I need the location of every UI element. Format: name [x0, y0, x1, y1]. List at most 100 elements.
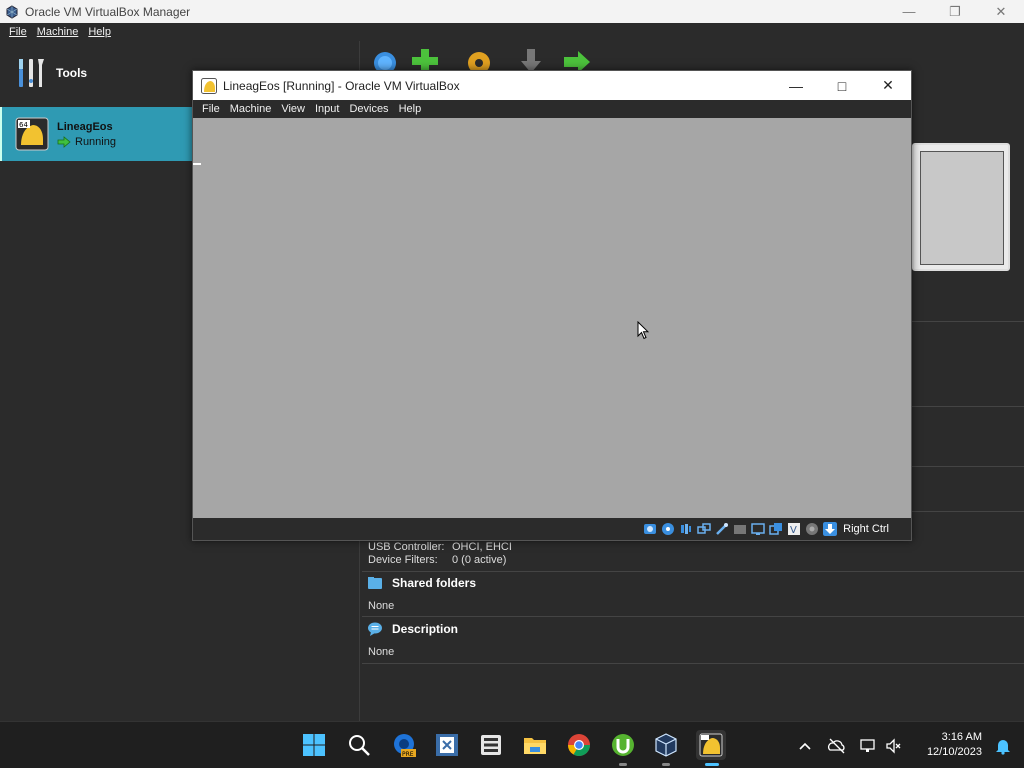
vm-window-title: LineagEos [Running] - Oracle VM VirtualB… — [223, 78, 460, 93]
description-value: None — [368, 646, 395, 658]
taskbar-visual-studio[interactable] — [432, 730, 462, 760]
running-indicator — [662, 763, 670, 766]
host-key-arrow-icon[interactable] — [823, 522, 838, 536]
device-filters-value: 0 (0 active) — [452, 554, 507, 566]
menu-help[interactable]: Help — [88, 26, 111, 38]
virtualization-icon[interactable]: V — [787, 522, 801, 536]
usb-icon[interactable] — [715, 522, 729, 536]
menu-file[interactable]: File — [9, 26, 27, 38]
shared-folders-icon[interactable] — [733, 522, 747, 536]
divider — [362, 663, 1024, 664]
shared-folders-title: Shared folders — [392, 576, 477, 590]
hard-disk-icon[interactable] — [643, 522, 657, 536]
search-button[interactable] — [344, 730, 374, 760]
vm-menu-file[interactable]: File — [202, 103, 220, 115]
start-button[interactable] — [299, 730, 329, 760]
vm-status-text: Running — [75, 135, 116, 148]
vm-close-button[interactable]: ✕ — [865, 71, 911, 100]
vm-name: LineagEos — [57, 120, 113, 133]
host-key-label: Right Ctrl — [843, 523, 889, 535]
description-header[interactable]: Description — [368, 622, 458, 636]
edge-pre-badge: PRE — [402, 751, 414, 758]
speech-bubble-icon — [368, 622, 382, 636]
audio-icon[interactable] — [679, 522, 693, 536]
menu-machine[interactable]: Machine — [37, 26, 79, 38]
display-icon[interactable] — [751, 522, 765, 536]
android-os-icon: 64 — [15, 117, 49, 151]
clock[interactable]: 3:16 AM 12/10/2023 — [927, 730, 982, 760]
android-os-icon — [699, 733, 723, 757]
vm-status: Running — [57, 136, 116, 148]
virtualbox-cube-icon — [655, 733, 677, 757]
folder-icon — [524, 738, 546, 754]
windows-start-icon — [303, 734, 325, 756]
manager-window-title: Oracle VM VirtualBox Manager — [25, 4, 191, 19]
folder-icon — [368, 577, 382, 589]
code-editor-icon — [436, 734, 458, 756]
shared-folders-header[interactable]: Shared folders — [368, 576, 476, 590]
vm-list-item[interactable]: 64 LineagEos Running — [0, 107, 200, 161]
virtualbox-icon — [6, 4, 18, 19]
usb-controller-value: OHCI, EHCI — [452, 541, 512, 553]
taskbar-file-explorer[interactable] — [520, 730, 550, 760]
vm-menu-view[interactable]: View — [281, 103, 305, 115]
vm-menu-machine[interactable]: Machine — [230, 103, 272, 115]
vm-window: LineagEos [Running] - Oracle VM VirtualB… — [192, 70, 912, 541]
svg-text:V: V — [790, 525, 797, 536]
network-icon[interactable] — [697, 522, 711, 536]
vm-minimize-button[interactable]: — — [773, 71, 819, 100]
usb-controller-label: USB Controller: — [368, 541, 445, 553]
mouse-integration-icon[interactable] — [805, 522, 819, 536]
vm-menubar: File Machine View Input Devices Help — [193, 100, 911, 118]
volume-muted-icon[interactable] — [884, 736, 904, 756]
restore-button[interactable]: ❐ — [932, 0, 978, 23]
taskbar-utorrent[interactable] — [608, 730, 638, 766]
description-title: Description — [392, 622, 459, 636]
taskbar-virtualbox[interactable] — [651, 730, 681, 766]
search-icon — [349, 735, 370, 756]
minimize-button[interactable]: — — [886, 0, 932, 23]
recording-icon[interactable] — [769, 522, 783, 536]
taskbar: PRE 3:16 AM 12/10/2023 — [0, 721, 1024, 768]
utorrent-icon — [612, 734, 634, 756]
vm-menu-input[interactable]: Input — [315, 103, 339, 115]
system-tray — [795, 722, 904, 768]
chrome-browser-icon — [568, 734, 590, 756]
manager-titlebar: Oracle VM VirtualBox Manager — ❐ ✕ — [0, 0, 1024, 23]
device-filters-label: Device Filters: — [368, 554, 438, 566]
text-caret — [193, 163, 201, 165]
vm-maximize-button[interactable]: □ — [819, 71, 865, 100]
taskbar-lineageos-vm[interactable] — [696, 730, 726, 766]
android-os-icon — [201, 77, 217, 94]
vm-display[interactable] — [193, 118, 911, 518]
manager-toolbar — [362, 41, 1024, 73]
taskbar-server-app[interactable] — [476, 730, 506, 760]
active-indicator — [705, 763, 719, 766]
server-rack-icon — [481, 735, 501, 755]
divider — [362, 571, 1024, 572]
vm-titlebar: LineagEos [Running] - Oracle VM VirtualB… — [193, 71, 911, 100]
clock-date: 12/10/2023 — [926, 746, 982, 758]
close-button[interactable]: ✕ — [978, 0, 1024, 23]
vm-preview-screen — [920, 151, 1004, 265]
running-arrow-icon — [57, 135, 71, 148]
manager-menubar: File Machine Help — [0, 23, 1024, 41]
vm-menu-devices[interactable]: Devices — [349, 103, 388, 115]
tools-icon — [19, 59, 44, 87]
shared-folders-value: None — [368, 600, 395, 612]
mouse-cursor-icon — [637, 321, 649, 340]
divider — [362, 616, 1024, 617]
optical-drive-icon[interactable] — [661, 522, 675, 536]
clock-time: 3:16 AM — [941, 731, 982, 743]
running-indicator — [619, 763, 627, 766]
taskbar-edge-preview[interactable]: PRE — [389, 730, 419, 760]
vm-preview — [912, 143, 1010, 271]
onedrive-offline-icon[interactable] — [827, 736, 847, 756]
chevron-up-icon[interactable] — [795, 736, 815, 756]
network-icon[interactable] — [858, 736, 878, 756]
tools-label: Tools — [56, 66, 88, 80]
taskbar-chrome[interactable] — [564, 730, 594, 760]
edge-browser-icon: PRE — [394, 734, 416, 758]
notification-bell-icon[interactable] — [994, 737, 1012, 755]
vm-menu-help[interactable]: Help — [399, 103, 422, 115]
